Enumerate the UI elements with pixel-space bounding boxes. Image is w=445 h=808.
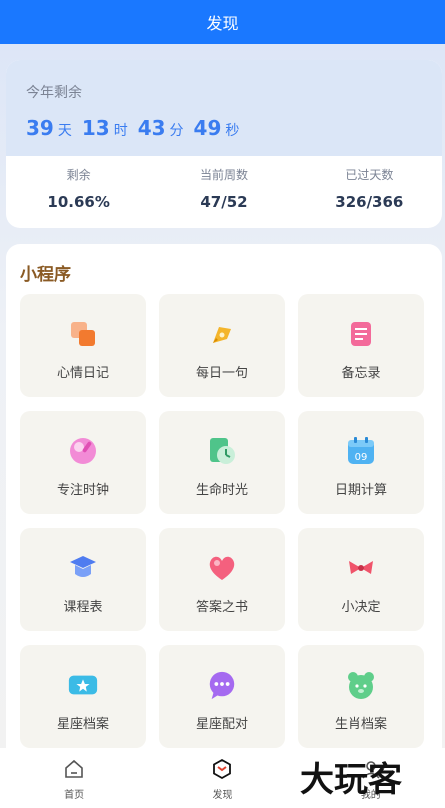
svg-text:09: 09: [355, 452, 368, 463]
tile-constellation-profile[interactable]: 星座档案: [20, 645, 146, 748]
countdown-seconds: 49: [193, 116, 222, 140]
stat-current-week: 当前周数 47/52: [151, 166, 296, 228]
tile-life-time[interactable]: 生命时光: [159, 411, 285, 514]
graduation-cap-icon: [67, 552, 99, 584]
top-header: 发现: [0, 0, 445, 44]
tile-label: 日期计算: [334, 483, 387, 498]
tile-label: 星座配对: [195, 717, 248, 732]
stat-label: 当前周数: [199, 168, 248, 182]
watermark: 大玩客: [300, 760, 402, 800]
countdown-minutes: 43: [137, 116, 166, 140]
stat-remaining: 剩余 10.66%: [6, 166, 151, 228]
memo-icon: [345, 318, 377, 350]
heart-icon: [206, 552, 238, 584]
tile-constellation-match[interactable]: 星座配对: [159, 645, 285, 748]
stat-days-passed: 已过天数 326/366: [297, 166, 442, 228]
notes-icon: [67, 318, 99, 350]
stat-value: 10.66%: [47, 193, 110, 211]
pen-icon: [206, 318, 238, 350]
countdown-days: 39: [26, 116, 54, 140]
countdown-seconds-unit: 秒: [225, 123, 240, 139]
time-icon: [206, 435, 238, 467]
tile-focus-clock[interactable]: 专注时钟: [20, 411, 146, 514]
tile-label: 课程表: [63, 600, 103, 615]
tile-small-decision[interactable]: 小决定: [298, 528, 424, 631]
tile-label: 星座档案: [56, 717, 109, 732]
countdown-days-unit: 天: [57, 123, 72, 139]
tile-label: 专注时钟: [56, 483, 109, 498]
tile-label: 生命时光: [195, 483, 248, 498]
stat-label: 剩余: [66, 168, 91, 182]
home-icon: [63, 758, 85, 784]
tab-home[interactable]: 首页: [0, 748, 148, 808]
stat-value: 326/366: [335, 193, 404, 211]
countdown: 39 天 13 时 43 分 49 秒: [26, 116, 442, 140]
mini-programs-card: 小程序 心情日记 每日一句 备忘录 专注时钟 生命时光 09 日期计算 课程表 …: [6, 244, 442, 764]
year-remaining-header: 今年剩余 39 天 13 时 43 分 49 秒: [6, 60, 442, 156]
tile-memo[interactable]: 备忘录: [298, 294, 424, 397]
year-stats: 剩余 10.66% 当前周数 47/52 已过天数 326/366: [6, 156, 442, 228]
tile-label: 每日一句: [195, 366, 248, 381]
focus-clock-icon: [67, 435, 99, 467]
calendar-icon: 09: [345, 435, 377, 467]
tab-label: 首页: [64, 790, 85, 801]
tile-label: 生肖档案: [334, 717, 387, 732]
tile-date-calc[interactable]: 09 日期计算: [298, 411, 424, 514]
tile-mood-diary[interactable]: 心情日记: [20, 294, 146, 397]
tab-label: 发现: [212, 790, 233, 801]
stat-value: 47/52: [200, 193, 248, 211]
star-ticket-icon: [67, 669, 99, 701]
countdown-minutes-unit: 分: [169, 123, 184, 139]
bow-icon: [345, 552, 377, 584]
tile-daily-quote[interactable]: 每日一句: [159, 294, 285, 397]
tile-label: 备忘录: [341, 366, 381, 381]
mini-programs-grid: 心情日记 每日一句 备忘录 专注时钟 生命时光 09 日期计算 课程表 答案之书…: [20, 294, 426, 748]
animal-face-icon: [345, 669, 377, 701]
tile-label: 答案之书: [195, 600, 248, 615]
tile-answer-book[interactable]: 答案之书: [159, 528, 285, 631]
chat-icon: [206, 669, 238, 701]
year-remaining-title: 今年剩余: [26, 85, 82, 101]
tile-label: 小决定: [341, 600, 381, 615]
page-title: 发现: [206, 14, 239, 33]
tab-discover[interactable]: 发现: [148, 748, 296, 808]
countdown-hours-unit: 时: [113, 123, 128, 139]
countdown-hours: 13: [81, 116, 110, 140]
tile-timetable[interactable]: 课程表: [20, 528, 146, 631]
tile-zodiac-profile[interactable]: 生肖档案: [298, 645, 424, 748]
discover-icon: [211, 758, 233, 784]
year-remaining-card: 今年剩余 39 天 13 时 43 分 49 秒 剩余 10.66% 当前周数 …: [6, 60, 442, 228]
tile-label: 心情日记: [56, 366, 109, 381]
mini-programs-title: 小程序: [20, 265, 71, 285]
stat-label: 已过天数: [345, 168, 394, 182]
